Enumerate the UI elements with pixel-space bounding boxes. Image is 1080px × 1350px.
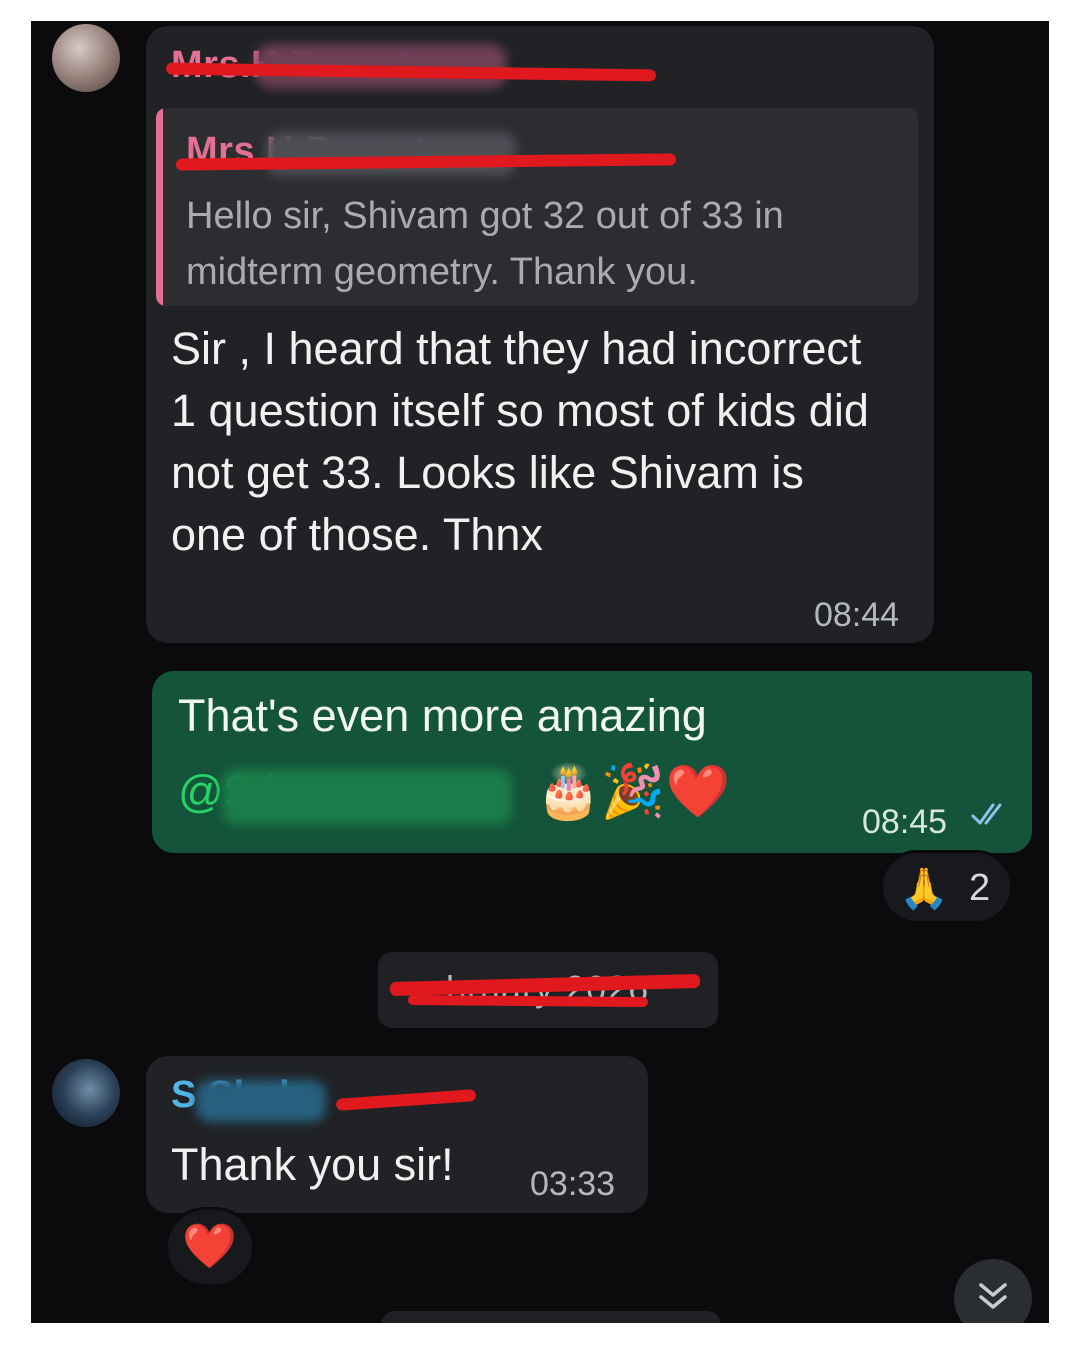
sender-avatar[interactable] xyxy=(52,1059,120,1127)
date-separator: bruary 2026 xyxy=(378,952,718,1028)
reaction-count: 2 xyxy=(969,867,991,909)
message-time: 08:44 xyxy=(814,596,900,634)
incoming-message-bubble[interactable]: S Shah Thank you sir! 03:33 xyxy=(146,1056,648,1213)
reaction-chip[interactable]: ❤️ xyxy=(165,1207,255,1287)
date-redaction-mark xyxy=(407,994,649,1008)
message-text: Thank you sir! xyxy=(171,1139,454,1190)
chat-screen: Mrs.H Parent Mrs H Parent Hello sir, Shi… xyxy=(31,21,1049,1323)
name-redaction-blur xyxy=(196,1080,326,1122)
double-check-icon xyxy=(970,799,1012,837)
reaction-chip[interactable]: 🙏 2 xyxy=(880,850,1013,924)
emoji-sequence: 🎂🎉❤️ xyxy=(536,763,731,821)
quoted-message[interactable]: Mrs H Parent Hello sir, Shivam got 32 ou… xyxy=(156,108,918,306)
message-text: Sir , I heard that they had incorrect 1 … xyxy=(171,323,869,560)
chevron-double-down-icon xyxy=(976,1279,1010,1318)
mention-redaction-blur xyxy=(222,769,512,825)
sender-avatar[interactable] xyxy=(52,24,120,92)
heart-emoji: ❤️ xyxy=(182,1222,237,1271)
message-time: 03:33 xyxy=(530,1165,616,1203)
outgoing-message-bubble[interactable]: That's even more amazing @S h 🎂🎉❤️ 08:45 xyxy=(152,671,1032,853)
partial-next-item xyxy=(381,1311,721,1323)
message-time: 08:45 xyxy=(862,803,948,841)
quote-accent-bar xyxy=(156,108,163,306)
name-redaction-mark xyxy=(335,1089,477,1111)
quote-author-redaction-blur xyxy=(266,132,516,176)
quote-text: Hello sir, Shivam got 32 out of 33 in mi… xyxy=(186,195,784,293)
incoming-message-bubble[interactable]: Mrs.H Parent Mrs H Parent Hello sir, Shi… xyxy=(146,26,934,643)
message-text: That's even more amazing xyxy=(178,690,707,741)
folded-hands-emoji: 🙏 xyxy=(899,867,949,911)
scroll-to-bottom-button[interactable] xyxy=(954,1259,1032,1323)
